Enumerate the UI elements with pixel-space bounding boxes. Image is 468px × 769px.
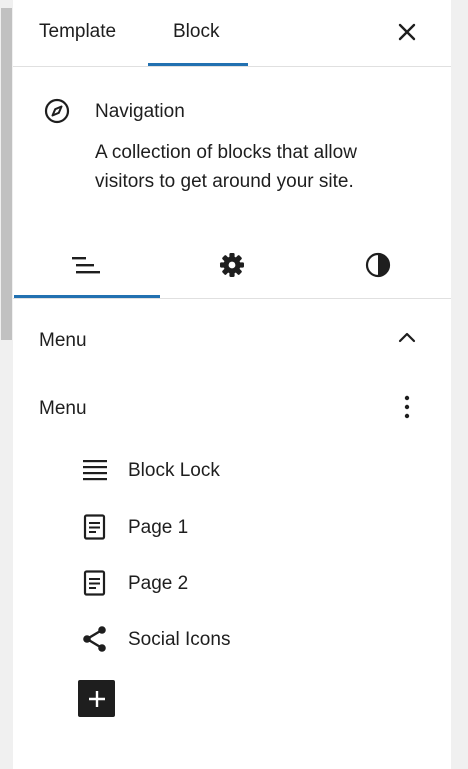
active-inspector-tab-indicator: [14, 295, 160, 298]
compass-icon: [44, 98, 70, 124]
half-circle-icon: [365, 252, 391, 278]
tab-styles[interactable]: [305, 232, 451, 298]
page-icon: [83, 570, 106, 596]
add-block-button[interactable]: [78, 680, 115, 717]
sidebar-tabs: Template Block: [13, 0, 451, 67]
plus-icon: [88, 690, 105, 707]
inspector-tabs: [13, 232, 451, 299]
menu-selector-row: Menu: [13, 390, 451, 426]
tab-template[interactable]: Template: [39, 0, 116, 66]
block-description: A collection of blocks that allow visito…: [95, 142, 357, 192]
block-title: Navigation: [95, 101, 185, 122]
active-tab-indicator: [148, 63, 248, 66]
right-gutter: [451, 0, 468, 769]
close-button[interactable]: [391, 16, 423, 48]
list-item-social-icons[interactable]: Social Icons: [81, 619, 421, 659]
scrollbar-thumb[interactable]: [1, 8, 12, 340]
tab-settings[interactable]: [159, 232, 305, 298]
share-icon: [83, 626, 106, 652]
list-item-block-lock[interactable]: Block Lock: [81, 450, 421, 490]
menu-options-button[interactable]: [395, 392, 419, 422]
chevron-up-icon: [398, 332, 416, 343]
list-lines-icon: [83, 460, 107, 481]
page-icon: [83, 514, 106, 540]
list-item-label: Block Lock: [128, 460, 220, 481]
menu-label: Menu: [39, 398, 87, 419]
menu-panel-toggle[interactable]: Menu: [13, 320, 451, 360]
close-icon: [398, 23, 416, 41]
tab-block[interactable]: Block: [173, 0, 219, 66]
panel-title: Menu: [39, 330, 87, 351]
block-settings-sidebar: Template Block Navigation A collection o…: [13, 0, 451, 769]
list-item-label: Page 1: [128, 517, 189, 538]
tab-list-view[interactable]: [13, 232, 159, 298]
list-item-label: Social Icons: [128, 629, 231, 650]
gear-icon: [220, 253, 244, 277]
list-item-label: Page 2: [128, 573, 189, 594]
list-view-icon: [72, 257, 100, 274]
scrollbar-track[interactable]: [0, 0, 13, 769]
list-item-page-2[interactable]: Page 2: [81, 563, 421, 603]
more-vertical-icon: [404, 395, 410, 419]
list-item-page-1[interactable]: Page 1: [81, 507, 421, 547]
